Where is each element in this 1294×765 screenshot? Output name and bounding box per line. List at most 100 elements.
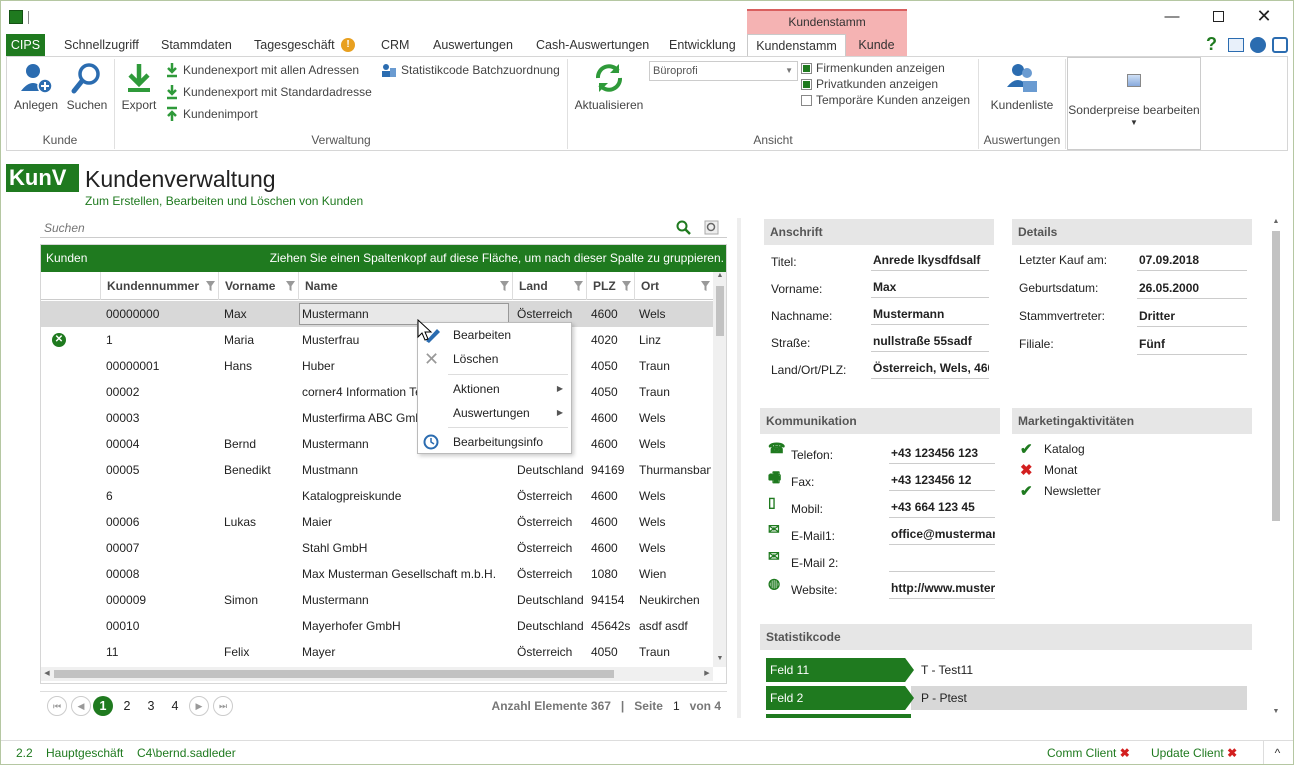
filter-icon[interactable] [206,281,215,291]
export-button[interactable]: Export [117,61,161,112]
filter-icon[interactable] [701,281,710,291]
anlegen-button[interactable]: Anlegen [11,61,61,112]
cell-kundennummer: 00008 [106,567,140,581]
clock-info-icon [423,434,439,450]
field-value[interactable]: +43 664 123 45 [889,496,995,518]
first-page-icon[interactable]: ⏮ [47,696,67,716]
column-header-name[interactable]: Name [298,272,512,300]
chevron-down-icon[interactable]: ▼ [713,655,726,667]
filter-icon[interactable] [286,281,295,291]
table-row[interactable]: 00010 Mayerhofer GmbH Deutschland 45642s asd… [41,613,713,639]
tab-stammdaten[interactable]: Stammdaten [157,34,236,56]
menu-item-bearbeiten[interactable]: Bearbeiten [418,323,571,347]
privatkunden-checkbox[interactable]: Privatkunden anzeigen [801,77,938,91]
table-row[interactable]: 000009 Simon Mustermann Deutschland 94154 Neu… [41,587,713,613]
aktualisieren-button[interactable]: Aktualisieren [571,61,647,112]
column-header-ort[interactable]: Ort [634,272,713,300]
sonderpreise-button[interactable]: Sonderpreise bearbeiten ▼ [1067,57,1201,150]
suchen-button[interactable]: Suchen [63,61,111,112]
table-row[interactable]: 00004BerndMustermannÖsterreich4600Wels [41,431,713,457]
temporaere-kunden-checkbox[interactable]: Temporäre Kunden anzeigen [801,93,970,107]
table-row[interactable]: 00000000 Max Mustermann Österreich 4600 Wels [41,301,713,327]
import-button[interactable]: Kundenimport [165,106,258,122]
tab-auswertungen[interactable]: Auswertungen [429,34,517,56]
page-3-button[interactable]: 3 [141,696,161,716]
filter-icon[interactable] [500,281,509,291]
horizontal-scrollbar[interactable]: ◀ ▶ [41,667,713,681]
module-logo: KunV [6,164,79,192]
detail-scrollbar[interactable]: ▲ ▼ [1269,218,1283,720]
table-row[interactable]: ✕1MariaMusterfrauÖsterreich4020Linz [41,327,713,353]
column-header-kundennummer[interactable]: Kundennummer [100,272,218,300]
comm-client-status[interactable]: Comm Client ✖ [1047,741,1130,764]
tab-entwicklung[interactable]: Entwicklung [665,34,740,56]
vertical-scrollbar[interactable]: ▲ ▼ [713,272,726,667]
next-page-icon[interactable]: ▶ [189,696,209,716]
chevron-up-icon[interactable]: ^ [1263,741,1291,764]
export-all-button[interactable]: Kundenexport mit allen Adressen [165,62,359,78]
field-value[interactable] [889,550,995,572]
menu-item-loeschen[interactable]: ✕ Löschen [418,347,571,371]
prev-page-icon[interactable]: ◀ [71,696,91,716]
minimize-icon[interactable]: — [1149,1,1195,32]
table-row[interactable]: 00002corner4 Information TechnologiesÖst… [41,379,713,405]
table-row[interactable]: 00007 Stahl GmbH Österreich 4600 Wels [41,535,713,561]
chevron-left-icon[interactable]: ◀ [41,667,53,681]
tab-tagesgeschaeft[interactable]: Tagesgeschäft [250,34,339,56]
chevron-right-icon[interactable]: ▶ [701,667,713,681]
page-2-button[interactable]: 2 [117,696,137,716]
chevron-up-icon[interactable]: ▲ [713,272,726,284]
column-header-vorname[interactable]: Vorname [218,272,298,300]
field-value[interactable]: office@musterman [889,523,995,545]
user-support-icon[interactable] [1272,37,1288,53]
email-icon: ✉ [768,548,780,564]
menu-item-bearbeitungsinfo[interactable]: Bearbeitungsinfo [418,430,571,454]
tab-cash-auswertungen[interactable]: Cash-Auswertungen [532,34,653,56]
tab-schnellzugriff[interactable]: Schnellzugriff [60,34,143,56]
field-value[interactable]: +43 123456 123 [889,442,995,464]
profile-select[interactable]: Büroprofi ▼ [649,61,798,81]
update-client-status[interactable]: Update Client ✖ [1151,741,1237,764]
statistik-batch-button[interactable]: Statistikcode Batchzuordnung [381,62,560,78]
column-header-land[interactable]: Land [512,272,586,300]
menu-item-aktionen[interactable]: Aktionen ▶ [418,377,571,401]
tab-kunde[interactable]: Kunde [846,34,907,56]
chevron-up-icon[interactable]: ▲ [1269,218,1283,230]
tab-cips[interactable]: CIPS [6,34,45,56]
table-row[interactable]: 00006 Lukas Maier Österreich 4600 Wels [41,509,713,535]
table-row[interactable]: 00005 Benedikt Mustmann Deutschland 94169 Thu… [41,457,713,483]
scroll-thumb[interactable] [54,670,614,678]
kundenliste-button[interactable]: Kundenliste [985,61,1059,112]
tab-crm[interactable]: CRM [377,34,413,56]
table-row[interactable]: 6 Katalogpreiskunde Österreich 4600 Wels [41,483,713,509]
contextual-tab-group: Kundenstamm [747,9,907,34]
panel-splitter[interactable] [737,218,741,718]
filter-icon[interactable] [622,281,631,291]
chevron-down-icon[interactable]: ▼ [1269,708,1283,720]
table-row[interactable]: 00003Musterfirma ABC GmbHÖsterreich4600W… [41,405,713,431]
export-std-button[interactable]: Kundenexport mit Standardadresse [165,84,372,100]
maximize-icon[interactable] [1195,1,1241,32]
sync-icon[interactable] [1250,37,1266,53]
menu-item-auswertungen[interactable]: Auswertungen ▶ [418,401,571,425]
mail-settings-icon[interactable] [1228,38,1244,52]
search-icon[interactable] [676,220,691,235]
tab-kundenstamm[interactable]: Kundenstamm [747,34,846,57]
help-icon[interactable]: ? [1206,34,1217,55]
search-input[interactable] [40,218,670,237]
table-row[interactable]: 11 Felix Mayer Österreich 4050 Traun [41,639,713,665]
advanced-search-icon[interactable] [704,220,719,235]
table-row[interactable]: 00000001HansHuberÖsterreich4050Traun [41,353,713,379]
close-icon[interactable]: ✕ [1241,1,1287,32]
scroll-thumb[interactable] [716,286,724,336]
column-header-plz[interactable]: PLZ [586,272,634,300]
scroll-thumb[interactable] [1272,231,1280,521]
field-value[interactable]: +43 123456 12 [889,469,995,491]
page-4-button[interactable]: 4 [165,696,185,716]
filter-icon[interactable] [574,281,583,291]
table-row[interactable]: 00008 Max Musterman Gesellschaft m.b.H. Ös… [41,561,713,587]
last-page-icon[interactable]: ⏭ [213,696,233,716]
firmenkunden-checkbox[interactable]: Firmenkunden anzeigen [801,61,945,75]
page-1-button[interactable]: 1 [93,696,113,716]
field-value[interactable]: http://www.muster [889,577,995,599]
